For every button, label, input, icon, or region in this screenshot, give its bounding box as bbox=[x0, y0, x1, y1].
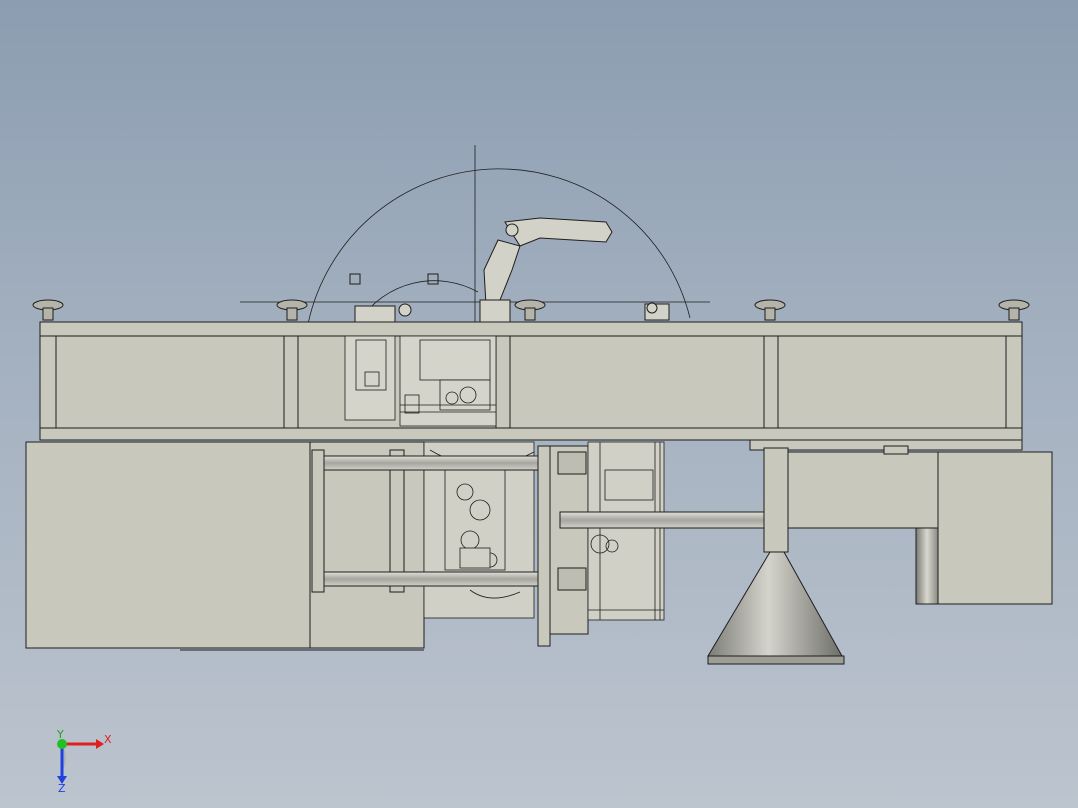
triad-x-label: X bbox=[104, 733, 112, 746]
machine-interior bbox=[344, 335, 497, 427]
cad-viewport[interactable]: X Y Z bbox=[0, 0, 1078, 808]
cone-funnel bbox=[707, 551, 845, 665]
triad-z-label: Z bbox=[58, 782, 66, 795]
leveling-feet bbox=[32, 299, 1030, 321]
top-fixtures bbox=[354, 302, 670, 323]
axis-triad[interactable]: X Y Z bbox=[56, 728, 112, 795]
left-housing bbox=[25, 441, 425, 651]
robot-arm bbox=[479, 217, 613, 323]
marker-squares bbox=[349, 273, 439, 285]
right-center-mechanism bbox=[587, 441, 665, 621]
main-frame bbox=[39, 321, 1023, 441]
push-rod bbox=[559, 511, 769, 529]
cad-drawing[interactable]: X Y Z bbox=[0, 0, 1078, 808]
triad-y-label: Y bbox=[56, 728, 64, 741]
